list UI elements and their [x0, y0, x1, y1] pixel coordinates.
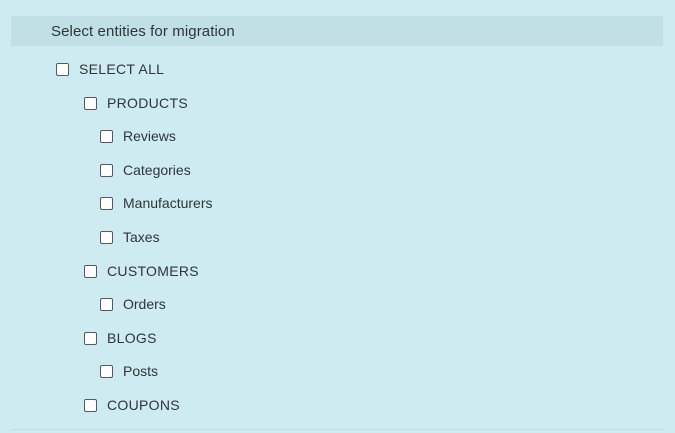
select-all-label: SELECT ALL [79, 61, 165, 77]
coupons-label: COUPONS [107, 397, 180, 413]
posts-label: Posts [123, 363, 159, 379]
reviews-label: Reviews [123, 128, 176, 144]
reviews-checkbox[interactable] [100, 129, 113, 143]
taxes-label: Taxes [123, 229, 160, 245]
coupons-checkbox[interactable] [84, 398, 97, 412]
blogs-label: BLOGS [107, 330, 157, 346]
posts-checkbox[interactable] [100, 364, 113, 378]
products-label: PRODUCTS [107, 95, 188, 111]
entity-row-orders[interactable]: Orders [100, 294, 166, 314]
customers-label: CUSTOMERS [107, 263, 199, 279]
categories-checkbox[interactable] [100, 163, 113, 177]
select-all-checkbox[interactable] [56, 62, 69, 76]
entity-row-reviews[interactable]: Reviews [100, 126, 176, 146]
select-all-row[interactable]: SELECT ALL [56, 59, 164, 79]
entity-row-taxes[interactable]: Taxes [100, 227, 160, 247]
entity-row-manufacturers[interactable]: Manufacturers [100, 193, 212, 213]
products-checkbox[interactable] [84, 96, 97, 110]
entity-row-blogs[interactable]: BLOGS [84, 328, 157, 348]
panel-bottom-divider [11, 429, 663, 430]
entity-row-categories[interactable]: Categories [100, 160, 191, 180]
entity-row-posts[interactable]: Posts [100, 361, 158, 381]
entity-row-coupons[interactable]: COUPONS [84, 395, 180, 415]
entity-row-products[interactable]: PRODUCTS [84, 93, 188, 113]
migration-entities-panel: Select entities for migration SELECT ALL… [0, 0, 675, 433]
customers-checkbox[interactable] [84, 264, 97, 278]
taxes-checkbox[interactable] [100, 230, 113, 244]
blogs-checkbox[interactable] [84, 331, 97, 345]
orders-label: Orders [123, 296, 166, 312]
manufacturers-checkbox[interactable] [100, 196, 113, 210]
manufacturers-label: Manufacturers [123, 195, 213, 211]
entity-row-customers[interactable]: CUSTOMERS [84, 261, 199, 281]
orders-checkbox[interactable] [100, 297, 113, 311]
categories-label: Categories [123, 162, 191, 178]
entity-tree: SELECT ALL PRODUCTS Reviews Categories M… [0, 0, 675, 433]
